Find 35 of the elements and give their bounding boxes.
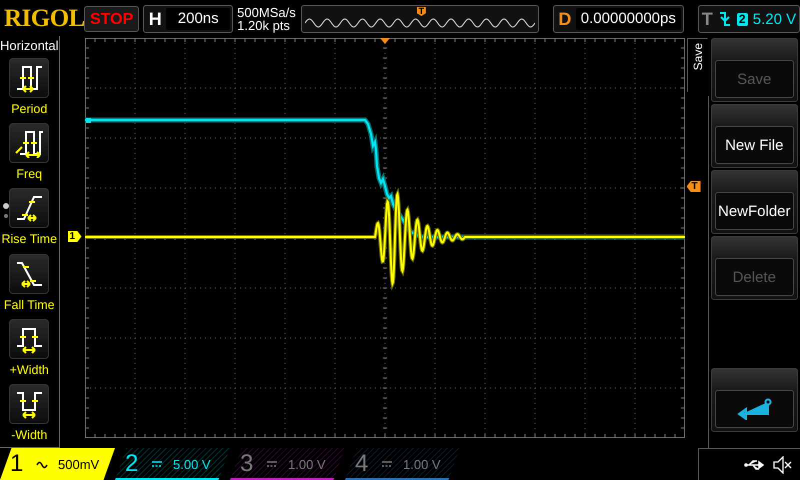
measure-button[interactable]: Freq [0,121,59,186]
channel-tab[interactable]: 4 1.00 V [345,448,460,480]
measure-button[interactable]: Rise Time [0,186,59,252]
page-indicator-icon [2,202,10,220]
dc-coupling-icon [381,459,393,469]
timebase-field[interactable]: H 200ns [143,5,234,33]
menu-title: Horizontal [0,37,59,55]
softkey-button[interactable]: NewFolder [710,170,798,234]
channel-tab[interactable]: 1 500mV [0,448,115,480]
measure-button[interactable]: Period [0,56,59,122]
channel-tab[interactable]: 3 1.00 V [230,448,345,480]
run-stop-status[interactable]: STOP [84,6,140,32]
trigger-position-icon [380,38,390,44]
memory-depth: 1.20k pts [237,19,291,32]
ac-coupling-icon [36,459,48,469]
dc-coupling-icon [266,459,278,469]
trigger-level-marker[interactable]: T [686,181,701,192]
measure-button[interactable]: Fall Time [0,252,59,317]
measure-button[interactable]: +Width [0,316,59,382]
usb-icon [744,458,766,470]
trigger-field[interactable]: T 2 5.20 V [698,5,800,33]
channel-tab[interactable]: 2 5.00 V [115,448,230,480]
trigger-position-marker: T [416,7,426,16]
delay-field[interactable]: D 0.00000000ps [552,5,684,33]
menu-title: Save [690,42,705,72]
sample-rate: 500MSa/s [237,6,297,19]
channel-marker[interactable]: 1 [68,231,82,242]
back-button[interactable] [710,368,798,432]
channel-2-marker-icon [86,118,91,123]
waveform-preview-icon [304,17,535,29]
falling-edge-icon [718,11,732,27]
dc-coupling-icon [151,459,163,469]
softkey-button[interactable]: New File [710,104,798,168]
muted-speaker-icon [772,456,792,474]
measure-button[interactable]: -Width [0,382,59,448]
